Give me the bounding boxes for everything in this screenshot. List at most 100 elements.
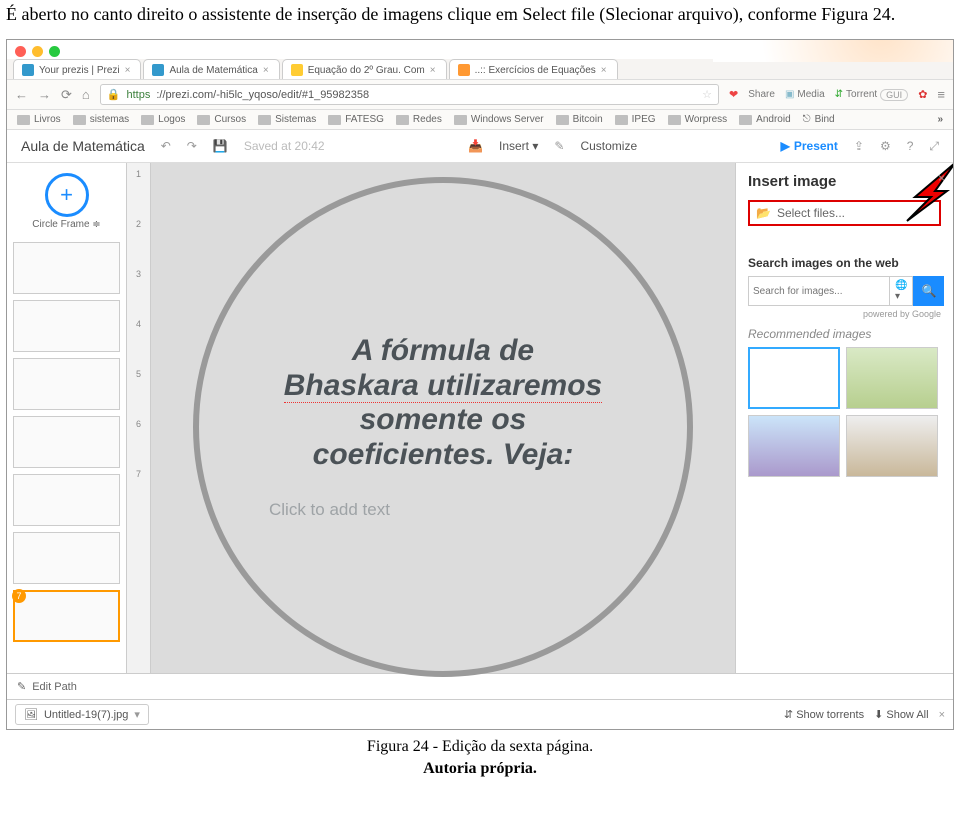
home-icon[interactable]: ⌂ [82, 87, 90, 102]
file-icon: 🖼 [24, 708, 38, 721]
present-button[interactable]: ▶ Present [781, 139, 838, 153]
media-button[interactable]: ▣Media [785, 89, 825, 100]
download-item[interactable]: 🖼 Untitled-19(7).jpg ▾ [15, 704, 149, 725]
chevron-down-icon[interactable]: ▾ [134, 708, 140, 721]
language-dropdown[interactable]: 🌐 ▾ [890, 276, 913, 306]
path-num[interactable]: 1 [136, 169, 141, 179]
forward-icon[interactable]: → [38, 87, 51, 102]
bookmark-cursos[interactable]: Cursos [197, 114, 246, 125]
reload-icon[interactable]: ⟳ [61, 87, 72, 103]
path-num[interactable]: 2 [136, 219, 141, 229]
thumb-5[interactable] [13, 474, 120, 526]
bookmark-livros[interactable]: Livros [17, 114, 61, 125]
tab-aula[interactable]: Aula de Matemática× [143, 59, 279, 79]
folder-icon [668, 115, 681, 125]
tab-label: Your prezis | Prezi [39, 65, 120, 76]
thumb-7[interactable]: 7 [13, 590, 120, 642]
bookmark-bitcoin[interactable]: Bitcoin [556, 114, 603, 125]
bookmark-wserver[interactable]: Windows Server [454, 114, 544, 125]
bookmark-android[interactable]: Android [739, 114, 790, 125]
bookmark-bind[interactable]: ⎋Bind [803, 114, 835, 125]
recommended-image[interactable] [846, 347, 938, 409]
close-icon[interactable]: × [263, 65, 269, 76]
search-button[interactable]: 🔍 [913, 276, 944, 306]
bookmark-logos[interactable]: Logos [141, 114, 185, 125]
share-icon[interactable]: ⇪ [854, 139, 864, 153]
recommended-image[interactable] [846, 415, 938, 477]
bookmark-label: Logos [158, 114, 185, 125]
insert-button[interactable]: Insert ▾ [499, 139, 538, 153]
redo-icon[interactable]: ↷ [187, 139, 197, 153]
close-panel-icon[interactable]: × [938, 171, 945, 185]
folder-icon [141, 115, 154, 125]
thumb-4[interactable] [13, 416, 120, 468]
folder-icon [73, 115, 86, 125]
recommended-image[interactable] [748, 347, 840, 409]
close-icon[interactable]: × [939, 709, 945, 721]
bookmark-ipeg[interactable]: IPEG [615, 114, 656, 125]
circle-frame-label[interactable]: Circle Frame ≑ [32, 219, 100, 230]
recommended-image[interactable] [748, 415, 840, 477]
pinterest-icon[interactable]: ❤ [729, 88, 738, 101]
minimize-window-icon[interactable] [32, 46, 43, 57]
bookmark-label: Worpress [685, 114, 728, 125]
share-button[interactable]: Share [748, 89, 775, 100]
show-torrents-button[interactable]: ⇵ Show torrents [784, 708, 864, 721]
figure-caption: Figura 24 - Edição da sexta página. [0, 730, 960, 760]
bookmark-more-icon[interactable]: » [937, 114, 943, 125]
circle-frame-button[interactable]: + [45, 173, 89, 217]
close-icon[interactable]: × [430, 65, 436, 76]
customize-button[interactable]: Customize [580, 139, 637, 153]
tab-exercicios[interactable]: ..:: Exercícios de Equações× [449, 59, 618, 79]
headline-line: Bhaskara utilizaremos [284, 369, 602, 403]
folder-icon [615, 115, 628, 125]
search-web-label: Search images on the web [748, 256, 941, 270]
headline-text[interactable]: A fórmula de Bhaskara utilizaremos somen… [284, 334, 602, 472]
favicon-icon [152, 64, 164, 76]
zoom-window-icon[interactable] [49, 46, 60, 57]
path-num[interactable]: 7 [136, 469, 141, 479]
folder-icon [556, 115, 569, 125]
canvas[interactable]: A fórmula de Bhaskara utilizaremos somen… [151, 163, 735, 673]
help-icon[interactable]: ? [907, 139, 914, 153]
prezi-title[interactable]: Aula de Matemática [21, 138, 145, 154]
path-num[interactable]: 3 [136, 269, 141, 279]
address-bar[interactable]: 🔒 https://prezi.com/-hi5lc_yqoso/edit/#1… [100, 84, 719, 105]
gear-icon[interactable]: ⚙ [880, 139, 891, 153]
bookmark-sistemas2[interactable]: Sistemas [258, 114, 316, 125]
close-icon[interactable]: × [125, 65, 131, 76]
thumb-6[interactable] [13, 532, 120, 584]
bookmark-redes[interactable]: Redes [396, 114, 442, 125]
extension-icon[interactable]: ✿ [918, 88, 927, 101]
saved-status: Saved at 20:42 [244, 139, 325, 153]
undo-icon[interactable]: ↶ [161, 139, 171, 153]
headline-line: coeficientes. Veja: [313, 438, 574, 471]
edit-path-bar[interactable]: ✎ Edit Path [7, 673, 953, 699]
torrent-button[interactable]: ⇵TorrentGUI [835, 89, 909, 101]
add-text-placeholder[interactable]: Click to add text [269, 500, 390, 520]
path-num[interactable]: 6 [136, 419, 141, 429]
search-images-input[interactable] [748, 276, 890, 306]
close-window-icon[interactable] [15, 46, 26, 57]
path-num[interactable]: 4 [136, 319, 141, 329]
save-icon[interactable]: 💾 [213, 139, 228, 153]
show-all-button[interactable]: ⬇ Show All [874, 708, 928, 721]
thumb-3[interactable] [13, 358, 120, 410]
menu-icon[interactable]: ≡ [937, 87, 945, 102]
thumb-1[interactable] [13, 242, 120, 294]
close-icon[interactable]: × [601, 65, 607, 76]
bookmark-label: Android [756, 114, 790, 125]
bookmark-fatesg[interactable]: FATESG [328, 114, 384, 125]
tab-your-prezis[interactable]: Your prezis | Prezi × [13, 59, 141, 79]
star-icon[interactable]: ☆ [702, 88, 712, 101]
back-icon[interactable]: ← [15, 87, 28, 102]
exit-icon[interactable]: ⤢ [929, 139, 939, 154]
insert-icon[interactable]: 📥 [468, 139, 483, 153]
bookmark-worpress[interactable]: Worpress [668, 114, 728, 125]
thumb-2[interactable] [13, 300, 120, 352]
tab-equacao[interactable]: Equação do 2º Grau. Com× [282, 59, 447, 79]
bookmark-sistemas[interactable]: sistemas [73, 114, 129, 125]
customize-icon: ✎ [554, 139, 564, 153]
circle-frame-shape[interactable]: A fórmula de Bhaskara utilizaremos somen… [193, 177, 693, 677]
path-num[interactable]: 5 [136, 369, 141, 379]
